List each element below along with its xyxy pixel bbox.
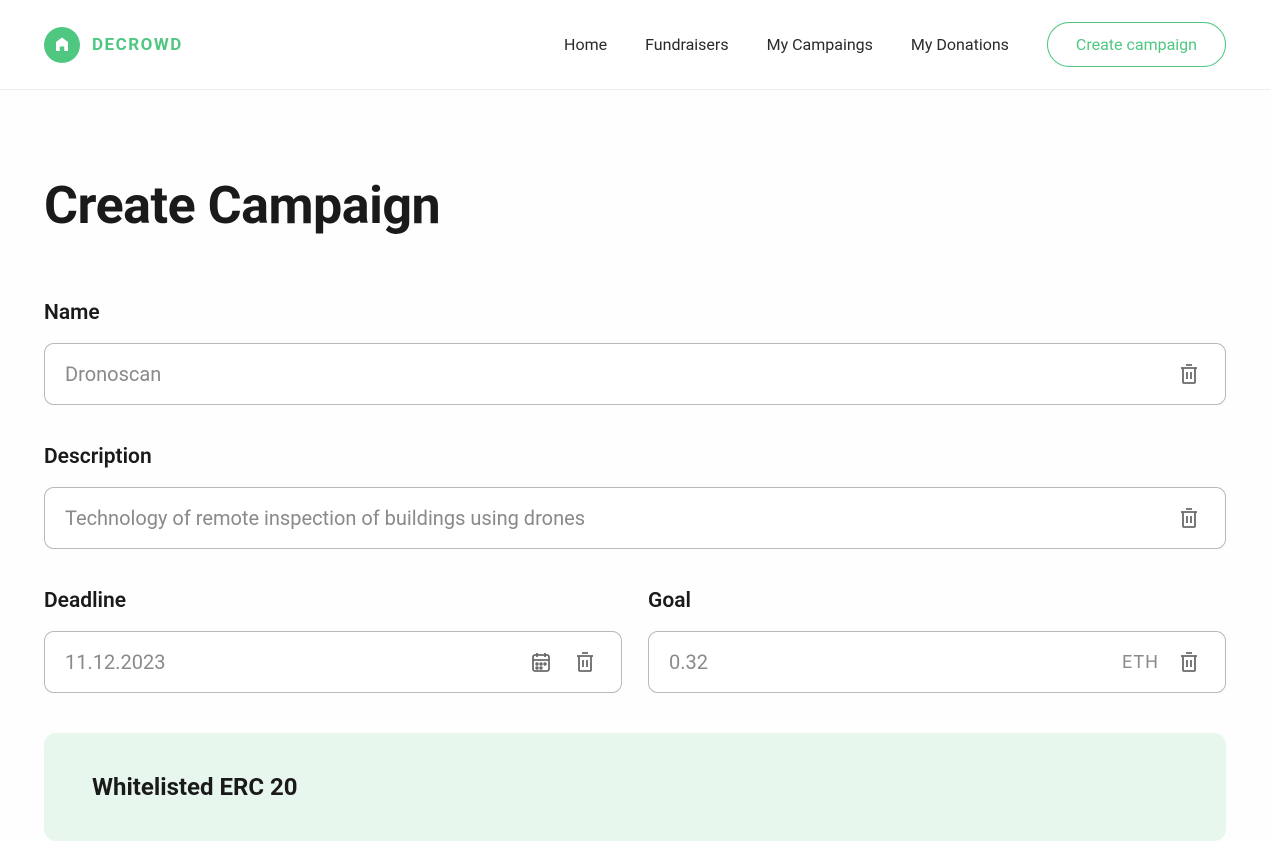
whitelist-title: Whitelisted ERC 20	[92, 773, 1178, 801]
deadline-label: Deadline	[44, 589, 622, 613]
nav-link-my-donations[interactable]: My Donations	[911, 35, 1009, 54]
brand-logo[interactable]: DECROWD	[44, 27, 183, 63]
name-input[interactable]	[65, 362, 1173, 386]
description-label: Description	[44, 445, 1226, 469]
description-clear-button[interactable]	[1173, 502, 1205, 534]
page-title: Create Campaign	[44, 175, 1226, 236]
description-input[interactable]	[65, 506, 1173, 530]
trash-icon	[1177, 650, 1201, 674]
nav-link-home[interactable]: Home	[564, 35, 607, 54]
name-clear-button[interactable]	[1173, 358, 1205, 390]
calendar-icon	[529, 650, 553, 674]
main-nav: Home Fundraisers My Campaings My Donatio…	[564, 22, 1226, 67]
nav-link-fundraisers[interactable]: Fundraisers	[645, 35, 728, 54]
megaphone-icon	[53, 36, 71, 54]
trash-icon	[573, 650, 597, 674]
whitelist-panel: Whitelisted ERC 20	[44, 733, 1226, 841]
description-group: Description	[44, 445, 1226, 549]
trash-icon	[1177, 506, 1201, 530]
nav-link-my-campaigns[interactable]: My Campaings	[767, 35, 873, 54]
create-campaign-button[interactable]: Create campaign	[1047, 22, 1226, 67]
goal-input[interactable]	[669, 650, 1122, 674]
deadline-calendar-button[interactable]	[525, 646, 557, 678]
goal-clear-button[interactable]	[1173, 646, 1205, 678]
deadline-clear-button[interactable]	[569, 646, 601, 678]
goal-group: Goal ETH	[648, 589, 1226, 693]
description-input-wrap	[44, 487, 1226, 549]
deadline-group: Deadline	[44, 589, 622, 693]
deadline-input[interactable]	[65, 650, 525, 674]
name-input-wrap	[44, 343, 1226, 405]
deadline-input-wrap	[44, 631, 622, 693]
goal-label: Goal	[648, 589, 1226, 613]
trash-icon	[1177, 362, 1201, 386]
main-content: Create Campaign Name Description	[0, 90, 1270, 841]
goal-currency: ETH	[1122, 652, 1159, 673]
name-label: Name	[44, 301, 1226, 325]
name-group: Name	[44, 301, 1226, 405]
app-header: DECROWD Home Fundraisers My Campaings My…	[0, 0, 1270, 90]
goal-input-wrap: ETH	[648, 631, 1226, 693]
brand-name: DECROWD	[92, 35, 183, 55]
logo-mark	[44, 27, 80, 63]
